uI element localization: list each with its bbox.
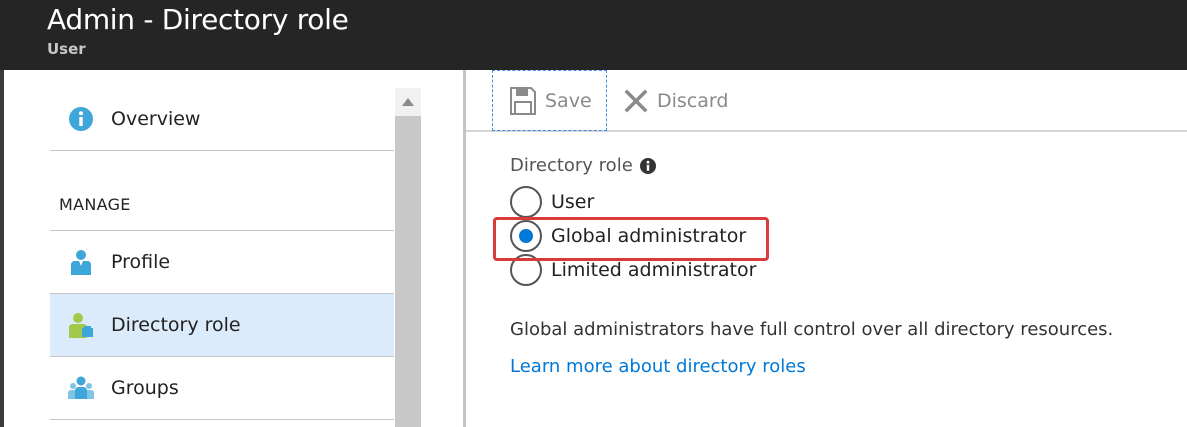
radio-label: Limited administrator xyxy=(551,259,757,281)
triangle-up-icon xyxy=(402,98,414,106)
divider xyxy=(50,150,394,151)
command-bar: Save Discard xyxy=(466,70,1187,132)
sidebar-item-label: Profile xyxy=(111,251,171,273)
sidebar-item-label: Overview xyxy=(111,108,201,130)
blade-title: Admin - Directory role xyxy=(47,3,349,36)
sidebar-item-label: Groups xyxy=(111,377,179,399)
sidebar-item-label: Directory role xyxy=(111,314,241,336)
info-circle-icon xyxy=(68,106,94,132)
sidebar-item-groups[interactable]: Groups xyxy=(50,357,394,419)
role-description: Global administrators have full control … xyxy=(510,319,1114,340)
sidebar-item-directory-role[interactable]: Directory role xyxy=(50,294,394,356)
user-role-icon xyxy=(68,312,94,338)
save-label: Save xyxy=(545,89,592,112)
discard-button[interactable]: Discard xyxy=(624,70,764,131)
divider xyxy=(50,419,394,420)
save-icon xyxy=(510,86,536,115)
directory-role-label: Directory role xyxy=(510,155,656,176)
section-heading-manage: MANAGE xyxy=(59,195,131,214)
save-button[interactable]: Save xyxy=(492,70,607,131)
title-bar: Admin - Directory role User xyxy=(0,0,1187,70)
blade-subtitle: User xyxy=(47,40,86,58)
highlight-box xyxy=(493,217,769,261)
groups-icon xyxy=(68,375,94,401)
discard-label: Discard xyxy=(657,89,729,112)
radio-button[interactable] xyxy=(510,186,542,218)
learn-more-link[interactable]: Learn more about directory roles xyxy=(510,356,806,377)
sidebar-item-profile[interactable]: Profile xyxy=(50,231,394,293)
radio-option-user[interactable]: User xyxy=(510,186,595,218)
scroll-up-button[interactable] xyxy=(395,88,421,116)
sidebar-item-overview[interactable]: Overview xyxy=(50,88,394,150)
directory-role-panel: Directory role User Global administrator… xyxy=(466,133,1187,427)
directory-role-label-text: Directory role xyxy=(510,155,633,176)
close-icon xyxy=(624,89,648,113)
user-profile-icon xyxy=(68,249,94,275)
sidebar: Overview MANAGE Profile Directory role G… xyxy=(4,70,463,427)
sidebar-scrollbar[interactable] xyxy=(395,88,421,427)
info-icon[interactable] xyxy=(639,157,656,174)
radio-label: User xyxy=(551,191,595,213)
